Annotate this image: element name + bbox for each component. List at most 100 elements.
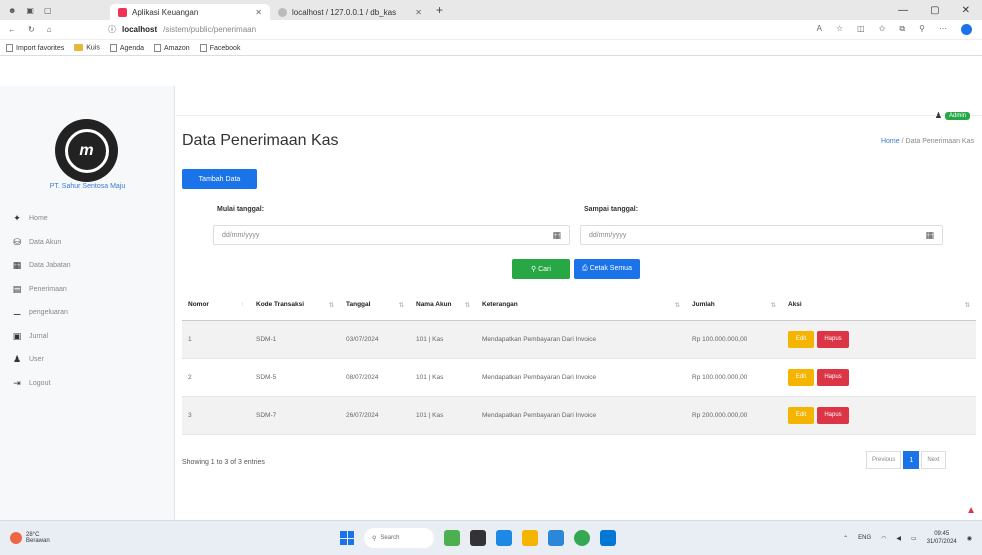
taskbar-search[interactable]: ⚲ Search [364, 528, 434, 548]
user-menu[interactable]: ♟ Admin [935, 111, 970, 120]
col-nomor[interactable]: Nomor ↑ [182, 290, 250, 321]
new-tab-icon[interactable]: + [436, 3, 443, 17]
end-date-label: Sampai tanggal: [584, 206, 639, 213]
delete-button[interactable]: Hapus [817, 330, 849, 348]
favorites-icon[interactable]: ✩ [879, 24, 886, 35]
cell-jumlah: Rp 100.000.000,00 [686, 358, 782, 397]
calendar-icon[interactable]: ▦ [925, 230, 934, 241]
info-icon[interactable]: ⓘ [108, 24, 116, 35]
read-aloud-icon[interactable]: A [817, 24, 822, 35]
close-tab-icon[interactable]: ✕ [255, 8, 262, 17]
cell-nomor: 1 [182, 320, 250, 359]
refresh-icon[interactable]: ↻ [28, 25, 35, 34]
sidebar-item-jurnal[interactable]: ▣ Jurnal [12, 325, 71, 349]
bookmark-import[interactable]: Import favorites [6, 43, 64, 52]
tray-chevron-icon[interactable]: ⌃ [843, 535, 848, 542]
tab-aplikasi-keuangan[interactable]: Aplikasi Keuangan ✕ [110, 4, 270, 20]
edge-app-icon[interactable] [496, 530, 512, 546]
sidebar-item-label: Jurnal [29, 332, 49, 340]
close-tab-icon[interactable]: ✕ [415, 8, 422, 17]
sidebar-item-logout[interactable]: ⇥ Logout [12, 372, 71, 396]
edit-button[interactable]: Edit [788, 368, 814, 386]
col-aksi[interactable]: Aksi ⇅ [782, 290, 976, 321]
delete-button[interactable]: Hapus [817, 406, 849, 424]
cell-kode: SDM-7 [250, 396, 340, 435]
vscode-app-icon[interactable] [548, 530, 564, 546]
col-keterangan[interactable]: Keterangan ⇅ [476, 290, 686, 321]
table-info: Showing 1 to 3 of 3 entries [182, 459, 265, 466]
url-field[interactable]: ⓘ localhost/sistem/public/penerimaan [108, 24, 256, 35]
start-date-input[interactable]: dd/mm/yyyy ▦ [213, 225, 570, 245]
bookmark-amazon[interactable]: Amazon [154, 43, 190, 52]
bookmarks-bar: Import favorites Kuis Agenda Amazon Face… [0, 40, 982, 56]
bookmark-facebook[interactable]: Facebook [199, 43, 241, 52]
profile-icon[interactable]: ☻ [8, 6, 16, 15]
column-label: Tanggal [346, 301, 371, 309]
pagination-previous[interactable]: Previous [866, 451, 902, 469]
close-window-icon[interactable]: ✕ [962, 5, 970, 16]
weather-widget[interactable]: 28°C Berawan [0, 532, 200, 544]
battery-icon[interactable]: ▭ [911, 535, 917, 542]
table-row: 1 SDM-1 03/07/2024 101 | Kas Mendapatkan… [182, 320, 976, 359]
chrome-app-icon[interactable] [574, 530, 590, 546]
search-button-label: Cari [538, 266, 551, 273]
scroll-up-icon[interactable]: ▲ [966, 505, 976, 516]
sidebar-item-home[interactable]: ✦ Home [12, 207, 71, 231]
sort-icon: ⇅ [464, 302, 470, 310]
pagination-page-1[interactable]: 1 [903, 451, 920, 469]
taskbar-search-label: Search [380, 535, 400, 541]
col-kode[interactable]: Kode Transaksi ⇅ [250, 290, 340, 321]
sidebar-item-data-jabatan[interactable]: ▦ Data Jabatan [12, 254, 71, 278]
add-data-button[interactable]: Tambah Data [182, 169, 257, 189]
print-all-button[interactable]: ⎙ Cetak Semua [574, 259, 640, 279]
end-date-input[interactable]: dd/mm/yyyy ▦ [580, 225, 943, 245]
split-screen-icon[interactable]: ◫ [857, 24, 865, 35]
col-akun[interactable]: Nama Akun ⇅ [410, 290, 476, 321]
wifi-icon[interactable]: ◠ [881, 535, 886, 542]
extensions-icon[interactable]: ⚲ [919, 24, 925, 35]
company-name: PT. Sahur Sentosa Maju [49, 183, 126, 190]
column-label: Aksi [788, 301, 802, 309]
file-explorer-icon[interactable] [522, 530, 538, 546]
calendar-icon[interactable]: ▦ [552, 230, 561, 241]
bookmark-agenda[interactable]: Agenda [109, 43, 144, 52]
col-tanggal[interactable]: Tanggal ⇅ [340, 290, 410, 321]
tab-phpmyadmin[interactable]: localhost / 127.0.0.1 / db_kas ✕ [270, 4, 430, 20]
clock[interactable]: 09:45 31/07/2024 [927, 530, 957, 546]
task-view-icon[interactable] [470, 530, 486, 546]
mail-app-icon[interactable] [600, 530, 616, 546]
tab-actions-icon[interactable]: ▢ [44, 6, 52, 15]
bookmark-label: Facebook [209, 44, 241, 52]
edit-button[interactable]: Edit [788, 406, 814, 424]
windows-start-icon[interactable] [340, 531, 354, 545]
more-icon[interactable]: ⋯ [939, 24, 947, 35]
minimize-icon[interactable]: — [898, 5, 908, 16]
language-icon[interactable]: ENG [858, 535, 871, 541]
clipboard-icon: ▤ [12, 283, 22, 294]
collections-icon[interactable]: ⧉ [899, 24, 905, 35]
back-icon[interactable]: ← [8, 25, 16, 34]
workspaces-icon[interactable]: ▣ [26, 6, 34, 15]
home-browser-icon[interactable]: ⌂ [47, 25, 52, 34]
edit-button[interactable]: Edit [788, 330, 814, 348]
favorite-star-icon[interactable]: ☆ [836, 24, 843, 35]
sidebar-item-pengeluaran[interactable]: ⚊ pengeluaran [12, 301, 71, 325]
pagination-next[interactable]: Next [921, 451, 946, 469]
delete-button[interactable]: Hapus [817, 368, 849, 386]
sidebar-item-data-akun[interactable]: ⛁ Data Akun [12, 231, 71, 255]
breadcrumb-home[interactable]: Home [881, 138, 900, 145]
sidebar: m PT. Sahur Sentosa Maju ✦ Home ⛁ Data Aku… [0, 86, 175, 520]
sidebar-item-label: Data Jabatan [29, 262, 71, 270]
search-icon: ⚲ [372, 535, 377, 542]
table-header-row: Nomor ↑ Kode Transaksi ⇅ Tanggal ⇅ Nama Aku… [182, 290, 976, 321]
widgets-app-icon[interactable] [444, 530, 460, 546]
col-jumlah[interactable]: Jumlah ⇅ [686, 290, 782, 321]
bookmark-folder[interactable]: Kuis [74, 43, 100, 51]
search-button[interactable]: ⚲ Cari [512, 259, 570, 279]
sidebar-item-penerimaan[interactable]: ▤ Penerimaan [12, 278, 71, 302]
sidebar-item-user[interactable]: ♟ User [12, 348, 71, 372]
notification-icon[interactable]: ◉ [967, 535, 972, 542]
maximize-icon[interactable]: ▢ [930, 5, 939, 16]
volume-icon[interactable]: ◀ [896, 535, 901, 542]
copilot-icon[interactable] [961, 24, 972, 35]
